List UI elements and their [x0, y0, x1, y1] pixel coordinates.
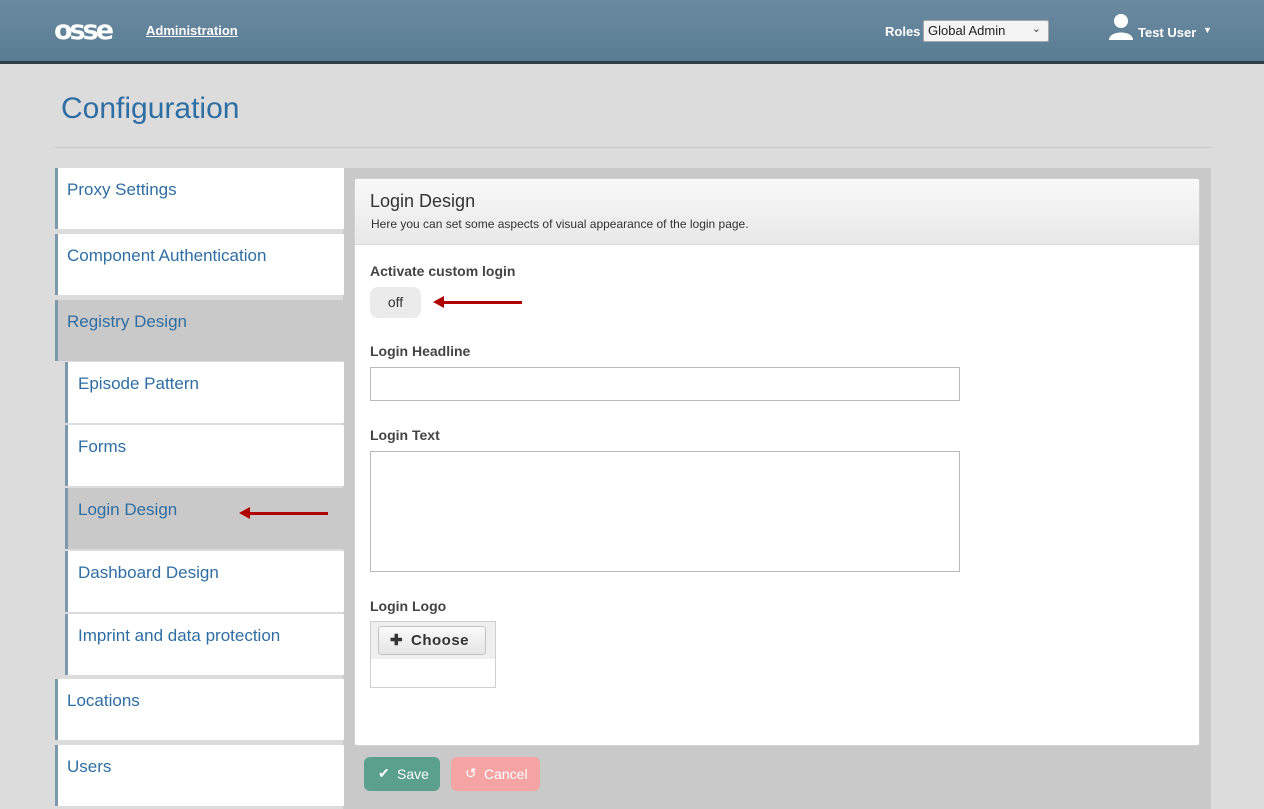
sidebar-item-users[interactable]: Users [55, 745, 344, 806]
sidebar-item-label: Locations [67, 691, 140, 710]
user-name: Test User [1138, 25, 1197, 40]
cancel-button[interactable]: ↺ Cancel [451, 757, 540, 791]
administration-link[interactable]: Administration [146, 23, 238, 38]
sidebar-item-label: Users [67, 757, 112, 776]
cancel-button-label: Cancel [484, 766, 528, 782]
sidebar-item-proxy-settings[interactable]: Proxy Settings [55, 168, 344, 229]
sidebar-item-dashboard-design[interactable]: Dashboard Design [65, 551, 344, 612]
sidebar-item-label: Registry Design [67, 312, 187, 331]
sidebar-item-registry-design[interactable]: Registry Design [55, 300, 344, 361]
login-logo-upload: ✚ Choose [370, 621, 496, 688]
panel-title: Login Design [370, 191, 476, 211]
annotation-arrow-toggle [433, 296, 522, 308]
app-logo[interactable]: osse [54, 16, 114, 46]
choose-file-button[interactable]: ✚ Choose [378, 626, 486, 655]
login-headline-input[interactable] [370, 367, 960, 401]
sidebar-item-forms[interactable]: Forms [65, 425, 344, 486]
caret-down-icon: ▼ [1203, 25, 1212, 35]
page-title: Configuration [61, 92, 240, 125]
save-button-label: Save [397, 766, 429, 782]
check-icon: ✔ [378, 765, 390, 781]
save-button[interactable]: ✔ Save [364, 757, 440, 791]
login-text-textarea[interactable] [370, 451, 960, 572]
annotation-arrow-sidebar [239, 507, 328, 519]
activate-custom-login-label: Activate custom login [370, 263, 516, 279]
choose-button-label: Choose [411, 632, 470, 649]
sidebar-item-label: Imprint and data protection [78, 626, 281, 645]
roles-label: Roles [885, 24, 921, 39]
login-text-label: Login Text [370, 427, 440, 443]
sidebar-item-label: Forms [78, 437, 127, 456]
login-design-panel: Login Design Here you can set some aspec… [354, 178, 1200, 746]
sidebar-item-imprint-and-data-protection[interactable]: Imprint and data protection [65, 614, 344, 675]
sidebar-item-login-design[interactable]: Login Design [65, 488, 344, 549]
activate-custom-login-toggle[interactable]: off [370, 287, 421, 318]
title-divider [55, 147, 1211, 148]
sidebar-item-label: Component Authentication [67, 246, 267, 265]
panel-header: Login Design Here you can set some aspec… [355, 179, 1199, 245]
sidebar-item-episode-pattern[interactable]: Episode Pattern [65, 362, 344, 423]
upload-toolbar: ✚ Choose [371, 622, 495, 659]
undo-icon: ↺ [465, 765, 477, 781]
roles-selected-value: Global Admin [928, 23, 1006, 38]
sidebar-item-label: Episode Pattern [78, 374, 199, 393]
plus-icon: ✚ [390, 632, 403, 649]
panel-subtitle: Here you can set some aspects of visual … [371, 217, 749, 231]
top-navbar: osse Administration Roles Global Admin ⌄… [0, 0, 1264, 64]
sidebar-item-label: Proxy Settings [67, 180, 177, 199]
sidebar-item-component-authentication[interactable]: Component Authentication [55, 234, 344, 295]
login-logo-label: Login Logo [370, 598, 447, 614]
login-headline-label: Login Headline [370, 343, 471, 359]
sidebar-item-label: Dashboard Design [78, 563, 219, 582]
sidebar-item-label: Login Design [78, 500, 178, 519]
roles-select[interactable]: Global Admin ⌄ [923, 20, 1049, 42]
sidebar-item-locations[interactable]: Locations [55, 679, 344, 740]
user-icon [1109, 14, 1133, 40]
chevron-down-icon: ⌄ [1031, 23, 1041, 35]
